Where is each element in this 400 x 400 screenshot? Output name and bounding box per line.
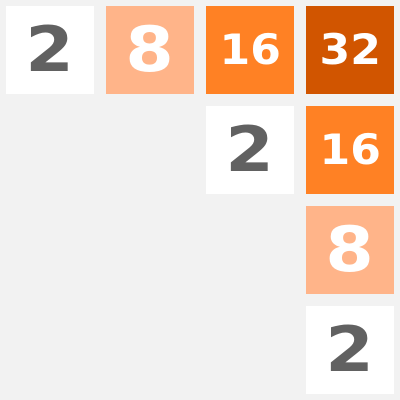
tile-value: 32 — [319, 25, 381, 74]
tile-value: 16 — [319, 125, 381, 174]
tile-8: 8 — [106, 6, 194, 94]
tile-value: 2 — [25, 13, 75, 86]
tile-16: 16 — [206, 6, 294, 94]
tile-2: 2 — [306, 306, 394, 394]
tile-value: 8 — [325, 213, 375, 286]
tile-value: 16 — [219, 25, 281, 74]
tile-32: 32 — [306, 6, 394, 94]
tile-8: 8 — [306, 206, 394, 294]
tile-value: 8 — [125, 13, 175, 86]
tile-2: 2 — [206, 106, 294, 194]
game-board: 2 8 16 32 2 16 8 2 — [0, 0, 400, 400]
tile-16: 16 — [306, 106, 394, 194]
tile-value: 2 — [225, 113, 275, 186]
tile-2: 2 — [6, 6, 94, 94]
tile-value: 2 — [325, 313, 375, 386]
